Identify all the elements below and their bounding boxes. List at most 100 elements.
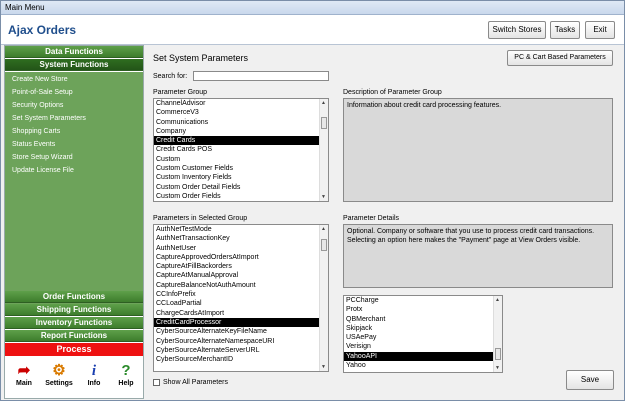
list-item[interactable]: Protx <box>344 305 502 314</box>
save-button[interactable]: Save <box>566 370 614 390</box>
sidebar-item-create-new-store[interactable]: Create New Store <box>12 76 68 83</box>
scroll-down-icon[interactable]: ▼ <box>495 365 500 371</box>
sidebar-group-shipping-functions[interactable]: Shipping Functions <box>5 304 143 316</box>
list-item-selected[interactable]: YahooAPI <box>344 351 502 362</box>
info-icon: i <box>91 363 97 379</box>
switch-stores-button[interactable]: Switch Stores <box>488 21 546 39</box>
main-window: Main Menu Ajax Orders Switch Stores Task… <box>0 0 625 401</box>
sidebar-group-system-functions[interactable]: System Functions <box>5 59 143 71</box>
list-item[interactable]: CommerceV3 <box>154 108 328 117</box>
list-item[interactable]: Company <box>154 127 328 136</box>
list-item[interactable]: AuthNetTestMode <box>154 225 328 234</box>
window-titlebar: Main Menu <box>1 1 624 15</box>
nav-settings[interactable]: ⚙ Settings <box>41 362 77 387</box>
list-item-selected[interactable]: CreditCardProcessor <box>154 317 328 328</box>
main-panel: Set System Parameters PC & Cart Based Pa… <box>147 45 623 399</box>
scroll-thumb[interactable] <box>321 239 327 251</box>
tasks-button[interactable]: Tasks <box>550 21 580 39</box>
page-title: Set System Parameters <box>153 53 249 63</box>
list-item[interactable]: CyberSourceAlternateNamespaceURI <box>154 337 328 346</box>
scroll-thumb[interactable] <box>495 348 501 360</box>
list-item[interactable]: USAePay <box>344 333 502 342</box>
list-item[interactable]: CyberSourceAlternateServerURL <box>154 346 328 355</box>
sidebar-item-update-license-file[interactable]: Update License File <box>12 167 74 174</box>
parameters-list[interactable]: AuthNetTestMode AuthNetTransactionKey Au… <box>153 224 329 372</box>
sidebar-item-set-system-parameters[interactable]: Set System Parameters <box>12 115 86 122</box>
nav-info-label: Info <box>87 380 101 387</box>
list-item-selected[interactable]: Credit Cards <box>154 136 328 146</box>
parameters-rows: AuthNetTestMode AuthNetTransactionKey Au… <box>154 225 328 364</box>
sidebar-group-report-functions[interactable]: Report Functions <box>5 330 143 342</box>
options-scrollbar[interactable]: ▲ ▼ <box>493 296 502 372</box>
list-item[interactable]: AuthNetUser <box>154 244 328 253</box>
processor-options-list[interactable]: PCCharge Protx QBMerchant Skipjack USAeP… <box>343 295 503 373</box>
help-icon: ? <box>121 362 131 379</box>
sidebar-item-security-options[interactable]: Security Options <box>12 102 63 109</box>
nav-main-label: Main <box>16 380 32 387</box>
list-item[interactable]: CaptureBalanceNotAuthAmount <box>154 281 328 290</box>
sidebar-group-data-functions[interactable]: Data Functions <box>5 46 143 58</box>
sidebar-item-status-events[interactable]: Status Events <box>12 141 55 148</box>
nav-help-label: Help <box>118 380 134 387</box>
list-item[interactable]: ChannelAdvisor <box>154 99 328 108</box>
list-item[interactable]: Custom Order Detail Fields <box>154 183 328 192</box>
sidebar-item-shopping-carts[interactable]: Shopping Carts <box>12 128 60 135</box>
list-item[interactable]: QBMerchant <box>344 315 502 324</box>
parameter-group-scrollbar[interactable]: ▲ ▼ <box>319 99 328 201</box>
scroll-up-icon[interactable]: ▲ <box>495 297 500 303</box>
list-item[interactable]: CCInfoPrefix <box>154 290 328 299</box>
list-item[interactable]: Credit Cards POS <box>154 145 328 154</box>
scroll-down-icon[interactable]: ▼ <box>321 364 326 370</box>
processor-options-rows: PCCharge Protx QBMerchant Skipjack USAeP… <box>344 296 502 370</box>
window-title: Main Menu <box>5 3 45 12</box>
sidebar-group-order-functions[interactable]: Order Functions <box>5 291 143 303</box>
parameter-group-label: Parameter Group <box>153 89 208 96</box>
list-item[interactable]: CCLoadPartial <box>154 299 328 308</box>
list-item[interactable]: CaptureAtManualApproval <box>154 271 328 280</box>
pc-cart-parameters-button[interactable]: PC & Cart Based Parameters <box>507 50 613 66</box>
list-item[interactable]: Custom Customer Fields <box>154 164 328 173</box>
list-item[interactable]: CaptureAtFillBackorders <box>154 262 328 271</box>
nav-main[interactable]: ➦ Main <box>9 362 39 387</box>
parameter-group-rows: ChannelAdvisor CommerceV3 Communications… <box>154 99 328 201</box>
parameters-scrollbar[interactable]: ▲ ▼ <box>319 225 328 371</box>
exit-button[interactable]: Exit <box>585 21 615 39</box>
list-item[interactable]: Custom Inventory Fields <box>154 173 328 182</box>
search-input[interactable] <box>193 71 329 81</box>
list-item[interactable]: Communications <box>154 118 328 127</box>
list-item[interactable]: CaptureApprovedOrdersAtImport <box>154 253 328 262</box>
app-title: Ajax Orders <box>8 23 77 37</box>
nav-help[interactable]: ? Help <box>111 362 141 387</box>
scroll-down-icon[interactable]: ▼ <box>321 194 326 200</box>
sidebar-group-inventory-functions[interactable]: Inventory Functions <box>5 317 143 329</box>
list-item[interactable]: Yahoo <box>344 361 502 370</box>
nav-settings-label: Settings <box>45 380 73 387</box>
scroll-up-icon[interactable]: ▲ <box>321 100 326 106</box>
header-bar: Ajax Orders Switch Stores Tasks Exit <box>1 15 624 45</box>
list-item[interactable]: Skipjack <box>344 324 502 333</box>
list-item[interactable]: ChargeCardsAtImport <box>154 309 328 318</box>
sidebar: Data Functions System Functions Create N… <box>4 45 144 399</box>
show-all-checkbox[interactable] <box>153 379 160 386</box>
scroll-up-icon[interactable]: ▲ <box>321 226 326 232</box>
scroll-thumb[interactable] <box>321 117 327 129</box>
description-label: Description of Parameter Group <box>343 89 442 96</box>
details-box: Optional. Company or software that you u… <box>343 224 613 288</box>
arrow-icon: ➦ <box>17 362 31 379</box>
list-item[interactable]: PCCharge <box>344 296 502 305</box>
list-item[interactable]: CyberSourceMerchantID <box>154 355 328 364</box>
show-all-label: Show All Parameters <box>163 379 228 386</box>
parameters-label: Parameters in Selected Group <box>153 215 248 222</box>
list-item[interactable]: CyberSourceAlternateKeyFileName <box>154 327 328 336</box>
list-item[interactable]: AuthNetTransactionKey <box>154 234 328 243</box>
list-item[interactable]: Custom Order Fields <box>154 192 328 201</box>
nav-info[interactable]: i Info <box>79 362 109 387</box>
sidebar-menu: Create New Store Point-of-Sale Setup Sec… <box>5 72 143 312</box>
list-item[interactable]: Verisign <box>344 342 502 351</box>
sidebar-item-point-of-sale-setup[interactable]: Point-of-Sale Setup <box>12 89 73 96</box>
sidebar-item-store-setup-wizard[interactable]: Store Setup Wizard <box>12 154 73 161</box>
description-box: Information about credit card processing… <box>343 98 613 202</box>
process-button[interactable]: Process <box>5 343 143 356</box>
parameter-group-list[interactable]: ChannelAdvisor CommerceV3 Communications… <box>153 98 329 202</box>
list-item[interactable]: Custom <box>154 155 328 164</box>
